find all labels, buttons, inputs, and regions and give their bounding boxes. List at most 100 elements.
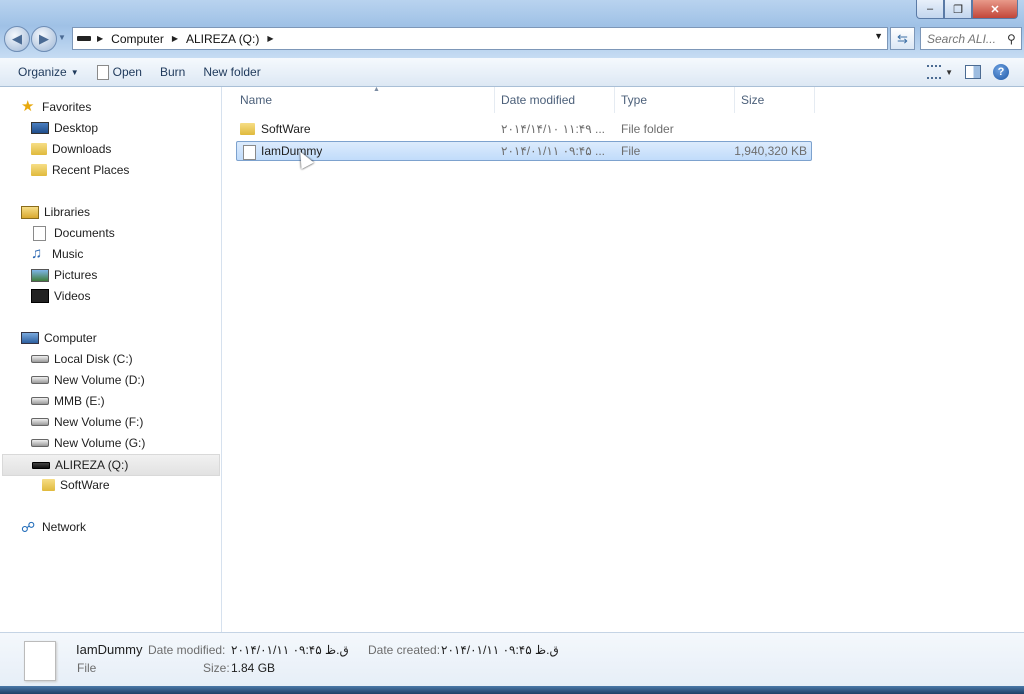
nav-downloads[interactable]: Downloads	[31, 139, 250, 159]
breadcrumb-separator-icon[interactable]: ▶	[265, 34, 275, 43]
nav-desktop[interactable]: Desktop	[31, 118, 250, 138]
nav-drive-d[interactable]: New Volume (D:)	[31, 370, 250, 390]
nav-label: New Volume (G:)	[54, 436, 146, 450]
drive-icon	[77, 36, 91, 41]
downloads-folder-icon	[31, 143, 47, 155]
help-icon[interactable]: ?	[993, 64, 1009, 80]
breadcrumb-separator-icon[interactable]: ▶	[95, 34, 105, 43]
nav-favorites[interactable]: ★ Favorites	[21, 97, 240, 117]
details-date-created: ۲۰۱۴/۰۱/۱۱ ق.ظ ۰۹:۴۵	[441, 643, 559, 657]
film-icon	[31, 289, 49, 303]
address-dropdown-icon[interactable]: ▼	[874, 31, 883, 41]
table-row[interactable]: IamDummy ۲۰۱۴/۰۱/۱۱ ۰۹:۴۵ ... File 1,940…	[236, 141, 812, 161]
open-button[interactable]: Open	[88, 58, 151, 86]
libraries-icon	[21, 205, 39, 219]
view-options-dropdown-icon[interactable]: ▼	[945, 68, 953, 77]
nav-label: Favorites	[42, 100, 92, 114]
breadcrumb-drive[interactable]: ALIREZA (Q:)	[180, 32, 265, 46]
nav-documents[interactable]: Documents	[31, 223, 250, 243]
details-file-type: File	[77, 661, 97, 675]
close-button[interactable]: ✕	[972, 0, 1018, 19]
nav-drive-q[interactable]: ALIREZA (Q:)	[2, 454, 220, 476]
pictures-icon	[31, 268, 49, 282]
organize-button[interactable]: Organize ▼	[0, 58, 88, 86]
nav-label: ALIREZA (Q:)	[55, 458, 129, 472]
file-date: ۲۰۱۴/۱۴/۱۰ ۱۱:۴۹ ...	[501, 122, 606, 136]
back-button[interactable]: ◀	[4, 26, 30, 52]
nav-computer[interactable]: Computer	[21, 328, 240, 348]
burn-button[interactable]: Burn	[151, 58, 194, 86]
nav-label: Videos	[54, 289, 91, 303]
details-file-name: IamDummy	[76, 642, 143, 657]
nav-drive-c[interactable]: Local Disk (C:)	[31, 349, 250, 369]
folder-icon	[240, 123, 255, 135]
command-bar: Organize ▼ Open Burn New folder ▼ ?	[0, 58, 1024, 87]
nav-pictures[interactable]: Pictures	[31, 265, 250, 285]
nav-label: Recent Places	[52, 163, 130, 177]
nav-libraries[interactable]: Libraries	[21, 202, 240, 222]
nav-label: MMB (E:)	[54, 394, 105, 408]
nav-drive-e[interactable]: MMB (E:)	[31, 391, 250, 411]
details-pane: IamDummy Date modified: ۲۰۱۴/۰۱/۱۱ ق.ظ ۰…	[0, 632, 1024, 687]
preview-pane-icon[interactable]	[965, 65, 981, 79]
column-label: Date modified	[501, 93, 576, 107]
file-icon	[243, 145, 256, 160]
new-folder-button[interactable]: New folder	[194, 58, 269, 86]
nav-label: Downloads	[52, 142, 112, 156]
search-box[interactable]: ⚲	[920, 27, 1022, 50]
taskbar	[0, 686, 1024, 694]
minimize-button[interactable]: –	[916, 0, 944, 19]
details-size-label: Size:	[203, 661, 230, 675]
system-drive-icon	[31, 355, 49, 363]
file-type: File folder	[621, 122, 674, 136]
column-header-name[interactable]: Name ▲	[234, 86, 495, 113]
nav-drive-f[interactable]: New Volume (F:)	[31, 412, 250, 432]
recent-places-icon	[31, 164, 47, 176]
recent-pages-dropdown-icon[interactable]: ▼	[58, 33, 66, 42]
nav-videos[interactable]: Videos	[31, 286, 250, 306]
back-arrow-icon: ◀	[12, 31, 22, 46]
drive-icon	[31, 376, 49, 384]
file-name: SoftWare	[261, 122, 311, 136]
nav-label: Local Disk (C:)	[54, 352, 133, 366]
search-icon[interactable]: ⚲	[1007, 32, 1016, 46]
file-name: IamDummy	[261, 144, 323, 158]
nav-label: Network	[42, 520, 87, 534]
maximize-button[interactable]: ❐	[944, 0, 972, 19]
search-input[interactable]	[921, 30, 1007, 47]
change-view-icon[interactable]	[927, 65, 942, 79]
title-bar: – ❐ ✕ ◀ ▶ ▼ ▶ Computer ▶ ALIREZA (Q:) ▶ …	[0, 0, 1024, 58]
drive-icon	[31, 439, 49, 447]
column-header-date-modified[interactable]: Date modified	[495, 87, 615, 113]
nav-label: Computer	[44, 331, 97, 345]
file-large-icon	[24, 641, 56, 681]
organize-label: Organize	[18, 65, 67, 79]
table-row[interactable]: SoftWare ۲۰۱۴/۱۴/۱۰ ۱۱:۴۹ ... File folde…	[236, 119, 810, 139]
network-icon: ☍	[21, 519, 36, 535]
column-header-size[interactable]: Size	[735, 87, 815, 113]
sort-ascending-icon: ▲	[373, 86, 380, 93]
nav-music[interactable]: ♫ Music	[31, 244, 250, 264]
star-icon: ★	[21, 98, 35, 115]
navigation-pane: ★ Favorites Desktop Downloads Recent Pla…	[0, 87, 222, 632]
nav-label: Documents	[54, 226, 115, 240]
nav-recent-places[interactable]: Recent Places	[31, 160, 250, 180]
new-folder-label: New folder	[203, 65, 261, 79]
nav-label: New Volume (D:)	[54, 373, 145, 387]
breadcrumb-separator-icon[interactable]: ▶	[170, 34, 180, 43]
breadcrumb-computer[interactable]: Computer	[105, 32, 170, 46]
nav-label: Music	[52, 247, 84, 261]
chevron-down-icon: ▼	[70, 67, 79, 77]
details-date-modified: ۲۰۱۴/۰۱/۱۱ ق.ظ ۰۹:۴۵	[231, 643, 349, 657]
column-header-type[interactable]: Type	[615, 87, 735, 113]
window-controls: – ❐ ✕	[916, 0, 1018, 19]
documents-icon	[33, 225, 46, 241]
refresh-button[interactable]: ⇆	[890, 27, 915, 50]
details-date-modified-label: Date modified:	[148, 643, 226, 657]
nav-network[interactable]: ☍ Network	[21, 517, 240, 537]
address-bar[interactable]: ▶ Computer ▶ ALIREZA (Q:) ▶ ▼	[72, 27, 888, 50]
nav-label: Pictures	[54, 268, 98, 282]
nav-label: Libraries	[44, 205, 91, 219]
nav-drive-g[interactable]: New Volume (G:)	[31, 433, 250, 453]
forward-button[interactable]: ▶	[31, 26, 57, 52]
